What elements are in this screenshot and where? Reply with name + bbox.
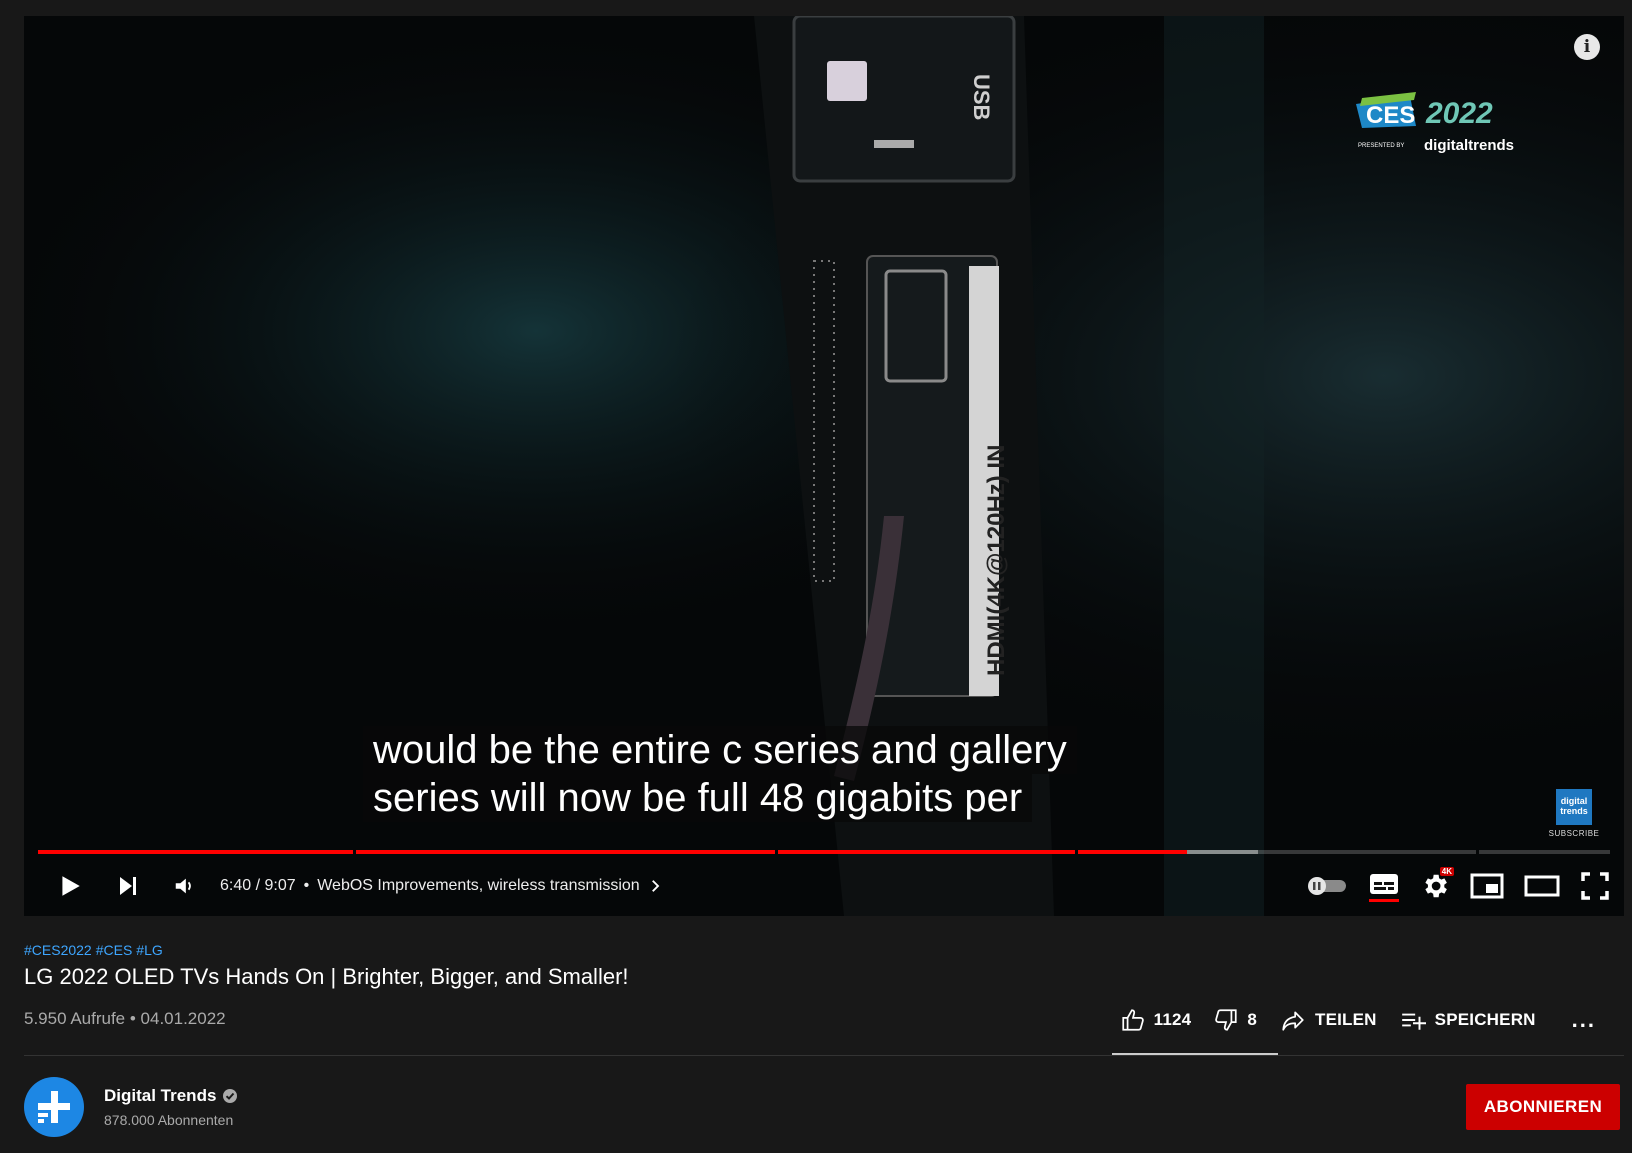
player-controls: 6:40 / 9:07 • WebOS Improvements, wirele… bbox=[24, 862, 1624, 910]
channel-avatar[interactable] bbox=[24, 1077, 84, 1137]
divider bbox=[24, 1055, 1624, 1056]
hashtag-ces[interactable]: #CES bbox=[96, 942, 133, 958]
presented-by-text: PRESENTED BY bbox=[1358, 143, 1404, 149]
theater-mode-button[interactable] bbox=[1524, 872, 1560, 900]
subtitles-active-indicator bbox=[1369, 898, 1399, 902]
video-meta: 5.950 Aufrufe • 04.01.2022 bbox=[24, 1009, 226, 1028]
chapter-separator: • bbox=[303, 877, 310, 894]
dislike-button[interactable]: 8 bbox=[1213, 1007, 1257, 1033]
ces-2022-logo: CES 2022 PRESENTED BY digitaltrends bbox=[1356, 92, 1514, 154]
subscribe-button[interactable]: ABONNIEREN bbox=[1466, 1084, 1620, 1130]
watermark-label: SUBSCRIBE bbox=[1548, 829, 1600, 838]
watermark-logo: digital trends bbox=[1556, 789, 1592, 825]
volume-icon bbox=[175, 878, 191, 894]
theater-icon bbox=[1524, 875, 1560, 897]
next-icon bbox=[120, 877, 136, 895]
chapter-title-button[interactable]: • WebOS Improvements, wireless transmiss… bbox=[304, 877, 664, 895]
digitaltrends-text: digitaltrends bbox=[1424, 137, 1514, 154]
subscriber-count: 878.000 Abonnenten bbox=[104, 1112, 234, 1128]
progress-played bbox=[38, 850, 354, 854]
settings-button[interactable]: 4K bbox=[1420, 867, 1454, 901]
thumbs-down-icon bbox=[1215, 1009, 1237, 1031]
next-button[interactable] bbox=[108, 874, 148, 898]
progress-played bbox=[356, 850, 775, 854]
ces-text: CES bbox=[1366, 102, 1415, 129]
play-button[interactable] bbox=[50, 873, 90, 899]
captions: would be the entire c series and gallery… bbox=[363, 726, 1077, 822]
caption-line-2: series will now be full 48 gigabits per bbox=[363, 774, 1033, 822]
channel-watermark[interactable]: digital trends SUBSCRIBE bbox=[1548, 789, 1600, 838]
play-icon bbox=[62, 876, 80, 896]
watermark-line-2: trends bbox=[1560, 806, 1588, 816]
progress-bar[interactable] bbox=[38, 850, 1610, 854]
verified-icon bbox=[223, 1089, 238, 1103]
svg-text:USB: USB bbox=[969, 74, 994, 120]
save-button[interactable]: SPEICHERN bbox=[1399, 1007, 1536, 1033]
fullscreen-button[interactable] bbox=[1580, 871, 1610, 901]
share-button[interactable]: TEILEN bbox=[1279, 1007, 1377, 1033]
fullscreen-icon bbox=[1581, 872, 1609, 900]
share-icon bbox=[1282, 1011, 1304, 1031]
hashtag-lg[interactable]: #LG bbox=[136, 942, 162, 958]
progress-chapter-segment[interactable] bbox=[38, 850, 354, 854]
channel-name-link[interactable]: Digital Trends bbox=[104, 1086, 238, 1106]
subtitles-button[interactable] bbox=[1368, 871, 1400, 902]
mute-button[interactable] bbox=[164, 875, 204, 897]
miniplayer-button[interactable] bbox=[1470, 872, 1504, 900]
time-display: 6:40 / 9:07 bbox=[220, 877, 296, 894]
info-icon[interactable]: i bbox=[1574, 34, 1600, 60]
hashtags: #CES2022 #CES #LG bbox=[24, 942, 167, 958]
share-label: TEILEN bbox=[1315, 1010, 1377, 1029]
autoplay-toggle[interactable] bbox=[1306, 876, 1348, 896]
watermark-line-1: digital bbox=[1560, 796, 1588, 806]
progress-chapter-segment[interactable] bbox=[356, 850, 775, 854]
caption-line-1: would be the entire c series and gallery bbox=[363, 726, 1077, 774]
quality-badge: 4K bbox=[1439, 867, 1454, 876]
progress-chapter-segment[interactable] bbox=[1077, 850, 1476, 854]
digital-trends-logo-icon bbox=[38, 1091, 70, 1123]
progress-chapter-segment[interactable] bbox=[777, 850, 1075, 854]
thumbs-up-icon bbox=[1122, 1009, 1144, 1031]
dislike-count: 8 bbox=[1247, 1010, 1257, 1029]
like-button[interactable]: 1124 bbox=[1120, 1007, 1192, 1033]
like-count: 1124 bbox=[1153, 1010, 1192, 1029]
ces-year: 2022 bbox=[1425, 97, 1493, 130]
progress-played bbox=[777, 850, 1075, 854]
subtitles-icon bbox=[1370, 873, 1398, 894]
miniplayer-icon bbox=[1470, 873, 1504, 899]
add-to-playlist-icon bbox=[1401, 1013, 1426, 1030]
video-title: LG 2022 OLED TVs Hands On | Brighter, Bi… bbox=[24, 964, 629, 989]
hashtag-ces2022[interactable]: #CES2022 bbox=[24, 942, 92, 958]
video-actions: 1124 8 TEILEN SPEICHERN ... bbox=[1120, 996, 1596, 1044]
progress-chapter-segment[interactable] bbox=[1478, 850, 1610, 854]
svg-text:HDMI(4K@120Hz) IN: HDMI(4K@120Hz) IN bbox=[983, 445, 1010, 676]
chevron-right-icon bbox=[651, 880, 660, 892]
more-actions-button[interactable]: ... bbox=[1572, 1007, 1596, 1033]
autoplay-toggle-icon bbox=[1308, 877, 1346, 895]
channel-name: Digital Trends bbox=[104, 1086, 217, 1105]
more-icon: ... bbox=[1571, 1007, 1596, 1032]
progress-played bbox=[1077, 850, 1188, 854]
save-label: SPEICHERN bbox=[1434, 1010, 1536, 1029]
video-player[interactable]: HDMI(4K@120Hz) IN USB i CES 2022 PRESENT… bbox=[24, 16, 1624, 916]
chapter-title: WebOS Improvements, wireless transmissio… bbox=[317, 877, 640, 894]
